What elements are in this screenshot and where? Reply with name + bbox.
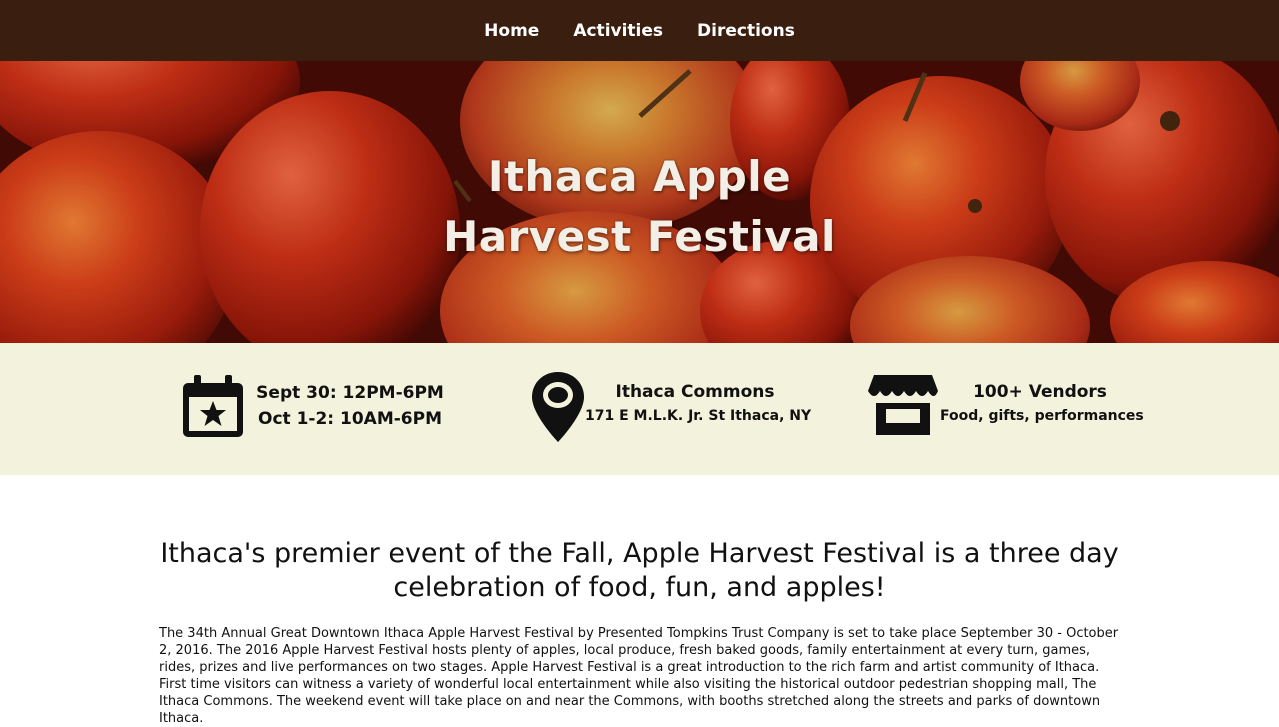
page-headline: Ithaca's premier event of the Fall, Appl… (160, 538, 1119, 603)
calendar-star-icon (183, 375, 243, 437)
store-icon (868, 375, 938, 435)
vendors-line1: 100+ Vendors (973, 382, 1107, 402)
dates-info: Sept 30: 12PM-6PM Oct 1-2: 10AM-6PM Itha… (0, 343, 1279, 475)
nav-home-link[interactable]: Home (484, 21, 539, 41)
dates-line2: Oct 1-2: 10AM-6PM (258, 409, 442, 429)
intro-paragraph: The 34th Annual Great Downtown Ithaca Ap… (159, 626, 1119, 726)
hero-title-line1: Ithaca Apple (487, 152, 792, 201)
dates-line1: Sept 30: 12PM-6PM (256, 383, 444, 403)
hero-title-line2: Harvest Festival (443, 212, 836, 261)
hero-banner: Ithaca Apple Harvest Festival (0, 61, 1279, 343)
nav-activities-link[interactable]: Activities (573, 21, 663, 41)
top-nav: Home Activities Directions (0, 0, 1279, 61)
nav-directions-link[interactable]: Directions (697, 21, 795, 41)
hero-title: Ithaca Apple Harvest Festival (0, 147, 1279, 267)
location-line2: 171 E M.L.K. Jr. St Ithaca, NY (585, 408, 812, 424)
map-pin-icon (532, 372, 584, 442)
vendors-line2: Food, gifts, performances (940, 408, 1144, 424)
location-line1: Ithaca Commons (615, 382, 775, 402)
info-bar: Sept 30: 12PM-6PM Oct 1-2: 10AM-6PM Itha… (0, 343, 1279, 475)
